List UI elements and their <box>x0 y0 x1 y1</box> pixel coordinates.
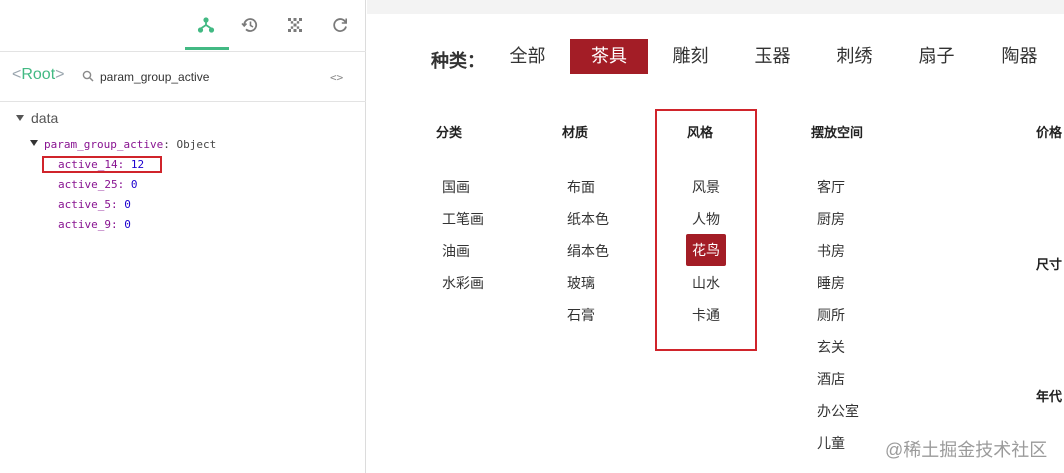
filter-heading-type: 分类 <box>436 125 463 140</box>
filter-option[interactable]: 布面 <box>567 177 595 197</box>
filter-option[interactable]: 油画 <box>442 241 470 261</box>
filter-option[interactable]: 玄关 <box>817 337 845 357</box>
header-divider <box>0 101 366 102</box>
root-component-name: Root <box>21 66 56 83</box>
page-top-strip <box>367 0 1064 14</box>
component-header: <Root> <> <box>0 52 366 101</box>
components-icon <box>197 17 215 33</box>
state-key: active_9 <box>58 218 111 231</box>
data-section-toggle[interactable]: data <box>16 110 58 126</box>
watermark: @稀土掘金技术社区 <box>885 440 1048 460</box>
root-component-tag[interactable]: <Root> <box>12 66 64 84</box>
state-object-type: : Object <box>163 138 217 151</box>
category-label: 种类： <box>431 51 485 71</box>
filter-option[interactable]: 国画 <box>442 177 470 197</box>
data-section-label: data <box>31 110 59 126</box>
filter-option[interactable]: 办公室 <box>817 401 859 421</box>
filter-option[interactable]: 人物 <box>692 209 720 229</box>
filter-option[interactable]: 睡房 <box>817 273 845 293</box>
filter-option[interactable]: 厨房 <box>817 209 845 229</box>
refresh-button[interactable] <box>317 0 363 50</box>
filter-option[interactable]: 水彩画 <box>442 273 484 293</box>
category-tab-embroidery[interactable]: 刺绣 <box>827 39 882 74</box>
filter-option[interactable]: 风景 <box>692 177 720 197</box>
timeline-tab[interactable] <box>227 0 273 50</box>
state-key: active_25 <box>58 178 118 191</box>
filter-option[interactable]: 纸本色 <box>567 209 609 229</box>
state-row-active-5[interactable]: active_5: 0 <box>58 198 131 211</box>
state-object-row[interactable]: param_group_active: Object <box>30 138 216 151</box>
filter-option[interactable]: 玻璃 <box>567 273 595 293</box>
filter-option[interactable]: 山水 <box>692 273 720 293</box>
filter-option-selected[interactable]: 花鸟 <box>686 234 726 266</box>
vuex-icon <box>288 18 302 32</box>
search-icon <box>82 70 94 82</box>
state-value[interactable]: 0 <box>131 178 138 191</box>
filter-heading-price: 价格 <box>1036 125 1063 140</box>
caret-down-icon <box>30 140 38 146</box>
category-tab-fan[interactable]: 扇子 <box>909 39 964 74</box>
filter-option[interactable]: 卡通 <box>692 305 720 325</box>
filter-option[interactable]: 厕所 <box>817 305 845 325</box>
filter-heading-size: 尺寸 <box>1036 257 1063 272</box>
filter-heading-style: 风格 <box>687 125 714 140</box>
state-row-active-25[interactable]: active_25: 0 <box>58 178 137 191</box>
category-tab-all[interactable]: 全部 <box>500 39 555 74</box>
category-tab-tea-set[interactable]: 茶具 <box>570 39 648 74</box>
filter-option[interactable]: 酒店 <box>817 369 845 389</box>
filter-option[interactable]: 书房 <box>817 241 845 261</box>
filter-state-input[interactable] <box>100 67 310 87</box>
code-icon[interactable]: <> <box>330 71 343 84</box>
filter-option[interactable]: 石膏 <box>567 305 595 325</box>
category-tab-jade[interactable]: 玉器 <box>745 39 800 74</box>
state-value[interactable]: 0 <box>124 198 131 211</box>
components-tab[interactable] <box>183 0 229 50</box>
filter-option[interactable]: 客厅 <box>817 177 845 197</box>
filter-option[interactable]: 绢本色 <box>567 241 609 261</box>
refresh-icon <box>333 18 347 32</box>
state-object-key: param_group_active <box>44 138 164 151</box>
category-tab-carving[interactable]: 雕刻 <box>663 39 718 74</box>
state-row-active-9[interactable]: active_9: 0 <box>58 218 131 231</box>
state-value[interactable]: 0 <box>124 218 131 231</box>
category-tab-pottery[interactable]: 陶器 <box>992 39 1047 74</box>
caret-down-icon <box>16 115 24 121</box>
devtools-panel: <Root> <> data param_group_active: Objec… <box>0 0 366 473</box>
filter-option[interactable]: 工笔画 <box>442 209 484 229</box>
history-icon <box>241 18 258 32</box>
highlight-annotation-box <box>42 156 162 173</box>
vuex-tab[interactable] <box>272 0 318 50</box>
filter-heading-space: 摆放空间 <box>811 125 864 140</box>
filter-option[interactable]: 儿童 <box>817 433 845 453</box>
state-key: active_5 <box>58 198 111 211</box>
filter-heading-material: 材质 <box>562 125 589 140</box>
filter-heading-era: 年代 <box>1036 389 1063 404</box>
